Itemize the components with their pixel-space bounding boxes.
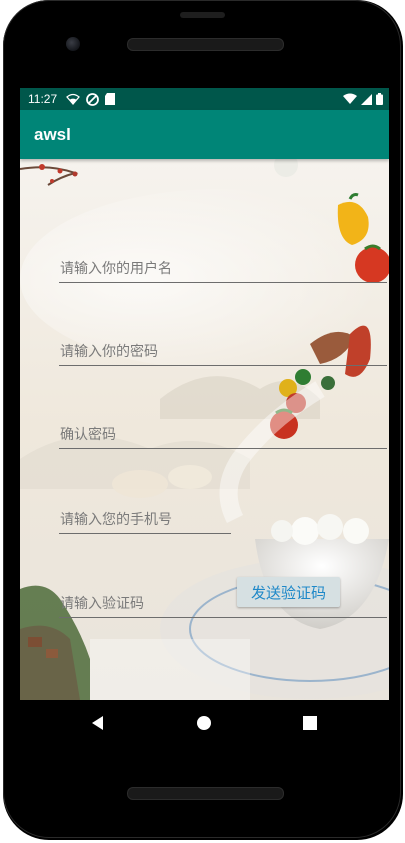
top-speaker-grille [127,38,284,51]
app-title: awsl [34,125,71,144]
username-underline [59,282,387,283]
status-icons-left [66,91,115,107]
username-input[interactable] [59,257,389,281]
status-bar: 11:27 [20,88,389,110]
phone-field[interactable] [59,508,233,534]
registration-form: 发送验证码 确认 [20,159,389,700]
battery-icon [376,93,383,105]
navigation-bar [20,700,389,745]
password-input[interactable] [59,340,389,364]
username-field[interactable] [59,257,389,283]
recents-icon [303,716,317,730]
back-icon [92,716,103,730]
status-icons-right [343,91,383,107]
wifi-signal-icon [343,93,357,104]
confirm-password-underline [59,448,387,449]
confirm-password-field[interactable] [59,423,389,449]
wifi-icon [66,93,80,105]
earpiece-notch [180,12,225,18]
app-bar: awsl [20,110,389,159]
verification-code-input[interactable] [59,592,389,616]
password-field[interactable] [59,340,389,366]
verification-code-field[interactable] [59,592,389,618]
cell-signal-icon [361,93,372,105]
confirm-password-input[interactable] [59,423,389,447]
phone-underline [59,533,231,534]
password-underline [59,365,387,366]
status-time: 11:27 [28,92,58,106]
phone-input[interactable] [59,508,233,532]
back-button[interactable] [85,710,111,736]
recents-button[interactable] [297,710,323,736]
device-screen: 11:27 awsl 请输入你的用户名 请输入您的手机号 发送验证码 请输入验证… [20,88,389,700]
bottom-speaker-grille [127,787,284,800]
front-camera-icon [66,37,80,51]
sync-icon [86,92,99,106]
sd-card-icon [105,93,115,105]
verification-code-underline [59,617,387,618]
home-button[interactable] [191,710,217,736]
home-icon [197,716,211,730]
